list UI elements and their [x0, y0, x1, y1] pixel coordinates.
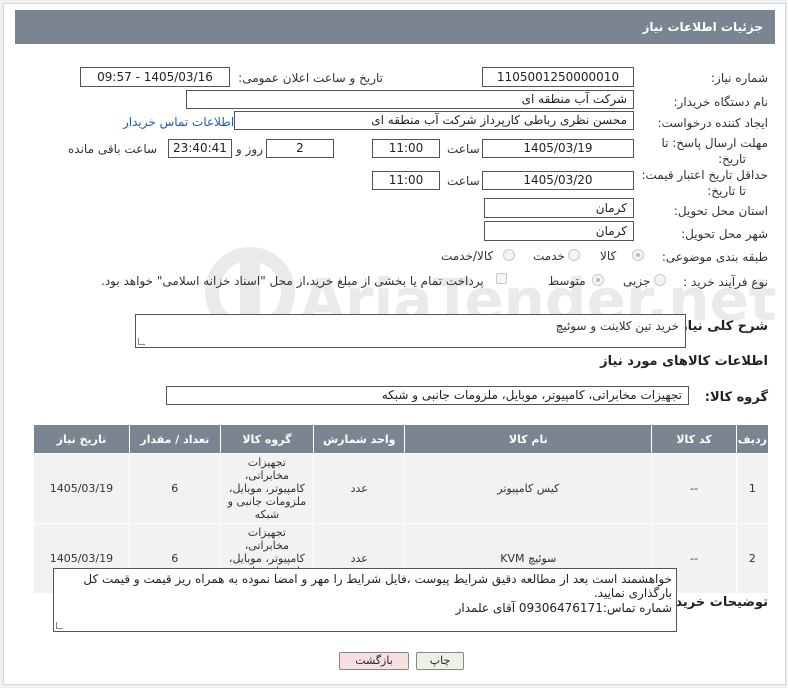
payment-checkbox[interactable] [496, 273, 507, 284]
deadline-label-1: مهلت ارسال پاسخ: تا [661, 136, 768, 150]
province-field: کرمان [484, 198, 634, 218]
category-option-goods: کالا [600, 249, 617, 263]
category-option-goods-service: کالا/خدمت [441, 249, 494, 263]
page-header: جزئیات اطلاعات نیاز [15, 10, 775, 44]
category-option-service: خدمت [533, 249, 565, 263]
validity-time-label: ساعت [447, 174, 480, 188]
print-button[interactable]: چاپ [416, 652, 464, 670]
category-radio-goods[interactable] [632, 249, 644, 261]
city-field: کرمان [484, 221, 634, 241]
buyer-org-field: شرکت آب منطقه ای [186, 90, 634, 109]
col-qty: تعداد / مقدار [128, 424, 221, 454]
col-group: گروه کالا [219, 424, 315, 454]
buyer-notes-line1: خواهشمند است بعد از مطالعه دقیق شرایط پی… [83, 572, 672, 600]
cell-group: تجهیزات مخابراتی، کامپیوتر، موبایل، ملزو… [219, 453, 315, 524]
validity-date-field: 1405/03/20 [482, 171, 634, 190]
table-header-row: ردیف کد کالا نام کالا واحد شمارش گروه کا… [33, 424, 770, 454]
cell-row: 1 [735, 453, 770, 524]
category-radio-goods-service[interactable] [503, 249, 515, 261]
buyer-contact-link[interactable]: اطلاعات تماس خریدار [123, 115, 234, 129]
col-unit: واحد شمارش [313, 424, 406, 454]
deadline-label-2: تاریخ: [718, 152, 746, 166]
buyer-notes-line2: شماره تماس:09306476171 آقای علمدار [455, 601, 672, 615]
deadline-time-field: 11:00 [372, 139, 440, 158]
back-button[interactable]: بازگشت [339, 652, 409, 670]
process-radio-minor[interactable] [654, 274, 666, 286]
cell-date: 1405/03/19 [33, 453, 130, 524]
category-radio-service[interactable] [568, 249, 580, 261]
buyer-org-label: نام دستگاه خریدار: [673, 95, 769, 109]
description-label: شرح کلی نیاز: [674, 319, 768, 334]
city-label: شهر محل تحویل: [681, 227, 768, 241]
validity-label-1: حداقل تاریخ اعتبار قیمت: [641, 168, 768, 182]
table-row: 1 -- کیس کامپیوتر عدد تجهیزات مخابراتی، … [33, 453, 770, 524]
goods-group-label: گروه کالا: [704, 390, 768, 405]
cell-code: -- [651, 453, 737, 524]
col-row: ردیف [735, 424, 770, 454]
col-code: کد کالا [651, 424, 737, 454]
days-field: 2 [266, 139, 334, 158]
deadline-date-field: 1405/03/19 [482, 139, 634, 158]
cell-row: 2 [735, 523, 770, 594]
col-name: نام کالا [404, 424, 653, 454]
col-date: تاریخ نیاز [33, 424, 130, 454]
validity-time-field: 11:00 [372, 171, 440, 190]
creator-label: ایجاد کننده درخواست: [657, 116, 768, 130]
description-text: خرید تین کلاینت و سوئیچ [555, 319, 679, 333]
payment-note: پرداخت تمام یا بخشی از مبلغ خرید،از محل … [101, 274, 484, 288]
cell-name: کیس کامپیوتر [404, 453, 653, 524]
deadline-time-label: ساعت [447, 142, 480, 156]
goods-group-field: تجهیزات مخابراتی، کامپیوتر، موبایل، ملزو… [166, 386, 689, 405]
announce-label: تاریخ و ساعت اعلان عمومی: [238, 71, 383, 85]
goods-section-title: اطلاعات کالاهای مورد نیاز [600, 354, 768, 369]
process-label: نوع فرآیند خرید : [683, 275, 768, 289]
resize-handle-icon[interactable] [56, 622, 63, 629]
cell-qty: 6 [128, 453, 221, 524]
buyer-notes-textarea[interactable]: خواهشمند است بعد از مطالعه دقیق شرایط پی… [53, 568, 677, 632]
need-number-field: 1105001250000010 [482, 67, 634, 87]
process-option-minor: جزیی [623, 274, 651, 288]
resize-handle-icon[interactable] [138, 338, 145, 345]
province-label: استان محل تحویل: [673, 204, 768, 218]
process-radio-medium[interactable] [592, 274, 604, 286]
cell-unit: عدد [313, 453, 406, 524]
need-number-label: شماره نیاز: [711, 71, 768, 85]
process-option-medium: متوسط [548, 274, 586, 288]
validity-label-2: تا تاریخ: [707, 184, 746, 198]
remaining-label: ساعت باقی مانده [68, 142, 158, 156]
announce-field: 1405/03/16 - 09:57 [80, 67, 230, 87]
days-label: روز و [236, 142, 263, 156]
remaining-time-field: 23:40:41 [168, 139, 232, 158]
creator-field: محسن نظری رباطی کارپرداز شرکت آب منطقه ا… [234, 111, 634, 130]
category-label: طبقه بندی موضوعی: [661, 250, 768, 264]
description-textarea[interactable]: خرید تین کلاینت و سوئیچ [135, 314, 686, 348]
